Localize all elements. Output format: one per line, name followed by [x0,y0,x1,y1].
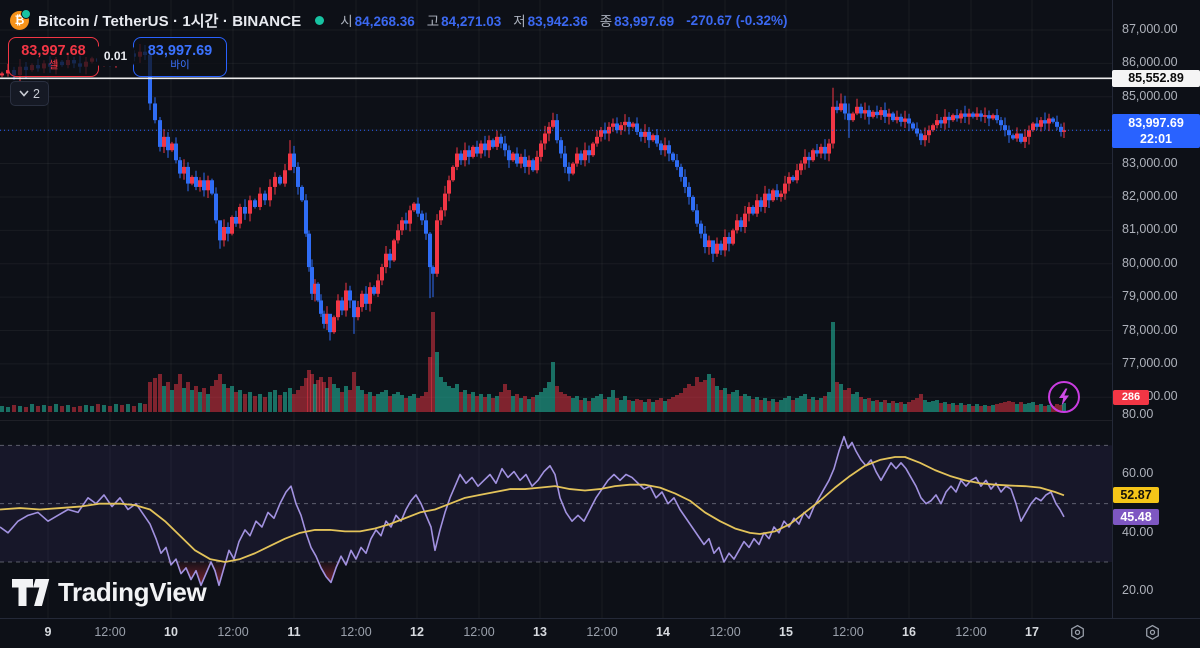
low-value: 83,942.36 [527,14,588,29]
buy-price: 83,997.69 [147,42,213,59]
time-tick-label: 12:00 [463,625,495,639]
low-label: 저 [513,14,526,29]
timezone-gear-icon[interactable] [1069,624,1086,641]
tradingview-logo-text: TradingView [58,577,207,607]
tradingview-logo-icon [12,578,50,606]
object-tree-collapse-button[interactable]: 2 [10,81,49,106]
price-tick-label: 87,000.00 [1122,22,1178,36]
sell-label: 셀 [48,58,59,71]
time-tick-label: 12:00 [217,625,249,639]
rsi-tick-label: 20.00 [1122,583,1154,598]
symbol-title[interactable]: Bitcoin / TetherUS · 1시간 · BINANCE [38,10,301,31]
time-tick-label: 12:00 [94,625,126,639]
price-axis[interactable]: 87,000.0086,000.0085,000.0084,000.0083,0… [1113,0,1200,618]
buy-label: 바이 [170,58,190,71]
lightning-bolt-icon [1059,388,1069,406]
buy-button[interactable]: 83,997.69 바이 [133,37,227,77]
price-tick-label: 81,000.00 [1122,222,1178,237]
time-tick-label: 11 [287,625,301,639]
ohlc-values: 시 84,268.36 고 84,271.03 저 83,942.36 종 83,997… [340,10,787,30]
time-tick-label: 15 [779,625,793,639]
time-tick-label: 13 [533,625,547,639]
volume-value-label: 286 [1113,390,1149,405]
time-tick-label: 12:00 [709,625,741,639]
price-tick-label: 82,000.00 [1122,188,1178,203]
tradingview-watermark[interactable]: TradingView [12,577,207,608]
market-open-dot-icon [315,15,325,25]
last-price-label: 83,997.69 22:01 [1112,114,1200,148]
sell-button[interactable]: 83,997.68 셀 [8,37,99,77]
price-tick-label: 77,000.00 [1122,355,1178,370]
bar-countdown: 22:01 [1140,132,1172,146]
time-axis[interactable]: 9 12:00 10 12:00 11 12:00 12 12:00 13 12:00 14 12:0… [0,619,1200,648]
rsi-scale-top-label: 80.00 [1122,407,1154,421]
symbol-legend[interactable]: ₿ Bitcoin / TetherUS · 1시간 · BINANCE 시 84… [10,8,788,31]
time-tick-label: 17 [1025,625,1039,639]
collapse-count: 2 [33,86,40,101]
time-tick-label: 12:00 [955,625,987,639]
price-tick-label: 85,000.00 [1122,88,1178,103]
time-tick-label: 12 [410,625,424,639]
high-value: 84,271.03 [441,14,502,29]
close-value: 83,997.69 [614,14,675,29]
chevron-down-icon [19,90,29,97]
time-tick-label: 14 [656,625,670,639]
close-label: 종 [599,14,613,29]
time-tick-label: 16 [902,625,916,639]
rsi-tick-label: 40.00 [1122,524,1154,539]
open-label: 시 [340,14,353,29]
rsi-ma-value-label: 52.87 [1113,487,1159,503]
time-tick-label: 12:00 [586,625,618,639]
open-value: 84,268.36 [354,14,415,29]
price-tick-label: 83,000.00 [1122,155,1178,170]
sell-price: 83,997.68 [21,42,86,59]
time-tick-label: 9 [44,625,52,639]
settings-gear-icon[interactable] [1144,624,1161,641]
time-tick-label: 12:00 [832,625,864,639]
rsi-value-label: 45.48 [1113,509,1159,525]
price-tick-label: 86,000.00 [1122,55,1178,70]
change-value: -270.67 (-0.32%) [686,12,788,28]
exchange-status-mini-dot [21,8,31,19]
lightning-quick-trade-icon[interactable] [1048,381,1080,413]
rsi-tick-label: 60.00 [1122,466,1154,481]
time-tick-label: 10 [164,625,178,639]
spread-value: 0.01 [97,46,134,66]
tradingview-chart-window: 87,000.0086,000.0085,000.0084,000.0083,0… [0,0,1200,648]
price-line-label: 85,552.89 [1112,70,1200,87]
price-tick-label: 78,000.00 [1122,322,1178,337]
chart-canvas[interactable] [0,0,1112,618]
time-tick-label: 12:00 [340,625,372,639]
high-label: 고 [426,14,440,29]
last-price-value: 83,997.69 [1128,116,1184,130]
trade-panel: 83,997.68 셀 0.01 83,997.69 바이 [8,37,228,77]
bitcoin-icon: ₿ [10,8,31,30]
price-tick-label: 79,000.00 [1122,289,1178,304]
pane-separator[interactable] [0,420,1112,421]
price-tick-label: 80,000.00 [1122,255,1178,270]
